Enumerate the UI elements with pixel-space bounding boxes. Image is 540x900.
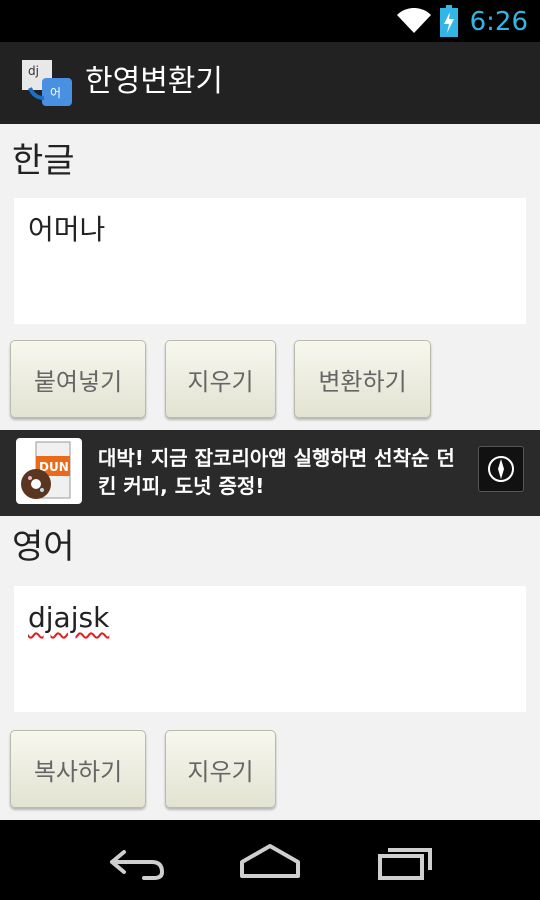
copy-button[interactable]: 복사하기 [10,730,146,808]
coffee-donut-image: DUN [21,441,71,499]
english-output-value: djajsk [28,601,110,634]
svg-text:어: 어 [50,86,61,100]
battery-charging-icon [440,5,458,37]
recent-apps-icon[interactable] [374,842,438,882]
korean-input[interactable]: 어머나 [14,198,526,324]
status-bar: 6:26 [0,0,540,42]
navigation-bar [0,820,540,900]
app-title: 한영변환기 [85,64,223,99]
ad-thumbnail: DUN [16,438,82,504]
wifi-icon [397,8,431,33]
compass-icon[interactable] [478,446,524,492]
korean-input-value: 어머나 [28,213,106,246]
english-label: 영어 [12,527,75,567]
convert-button[interactable]: 변환하기 [294,340,431,418]
main-content: 한글 어머나 붙여넣기 지우기 변환하기 DUN 대박! 지금 잡코리아앱 실행… [0,124,540,820]
back-icon[interactable] [104,842,168,882]
korean-clear-button[interactable]: 지우기 [165,340,276,418]
paste-button[interactable]: 붙여넣기 [10,340,146,418]
svg-text:dj: dj [28,64,39,78]
english-clear-button[interactable]: 지우기 [165,730,276,808]
app-icon: dj 어 [22,60,72,106]
korean-label: 한글 [12,141,75,181]
ad-text: 대박! 지금 잡코리아앱 실행하면 선착순 던킨 커피, 도넛 증정! [98,446,455,498]
ad-banner[interactable]: DUN 대박! 지금 잡코리아앱 실행하면 선착순 던킨 커피, 도넛 증정! [0,430,540,516]
status-time: 6:26 [469,7,528,37]
english-output[interactable]: djajsk [14,586,526,712]
action-bar: dj 어 한영변환기 [0,42,540,127]
home-icon[interactable] [238,842,302,882]
